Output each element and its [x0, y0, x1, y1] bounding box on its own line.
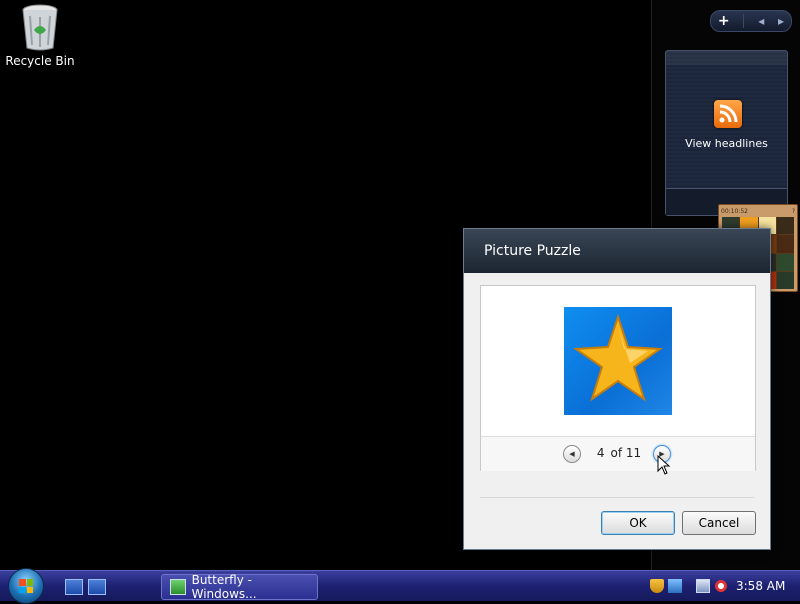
network-icon[interactable]	[696, 579, 710, 593]
volume-muted-icon[interactable]	[714, 579, 728, 593]
puzzle-toolbar: 00:10:52 ?	[721, 206, 795, 216]
dialog-body: ◀ 4 of 11 ▶ OK Cancel	[464, 273, 770, 549]
recycle-bin-label: Recycle Bin	[5, 54, 75, 68]
dialog-title: Picture Puzzle	[484, 243, 581, 259]
sidebar-controls: + ◂ ▸	[710, 10, 792, 32]
system-clock[interactable]: 3:58 AM	[736, 579, 785, 593]
puzzle-tile[interactable]	[776, 235, 794, 253]
picture-counter: 4 of 11	[589, 446, 649, 460]
security-shield-icon[interactable]	[650, 579, 664, 593]
taskbar-window-label: Butterfly - Windows...	[191, 573, 257, 601]
puzzle-tile[interactable]	[776, 271, 794, 289]
puzzle-tile[interactable]	[776, 253, 794, 271]
taskbar: Butterfly - Windows... 3:58 AM	[0, 568, 800, 604]
taskbar-window-button[interactable]: Butterfly - Windows...	[161, 573, 318, 601]
gadget-header	[666, 51, 787, 65]
show-desktop-icon[interactable]	[65, 579, 83, 595]
mouse-pointer-icon	[657, 455, 671, 475]
switch-windows-icon[interactable]	[88, 579, 106, 595]
feed-headlines-gadget[interactable]: View headlines	[665, 50, 788, 216]
current-picture-number: 4	[596, 446, 605, 460]
puzzle-timer: 00:10:52	[721, 207, 748, 215]
cancel-button[interactable]: Cancel	[682, 511, 756, 535]
next-gadgets-button[interactable]: ▸	[778, 14, 784, 28]
dialog-titlebar[interactable]: Picture Puzzle	[464, 229, 770, 273]
recycle-bin-shortcut[interactable]: Recycle Bin	[4, 2, 76, 68]
star-icon	[564, 307, 672, 415]
picture-puzzle-settings-dialog: Picture Puzzle ◀ 4 of 11 ▶ OK Cancel	[463, 228, 771, 550]
previous-picture-button[interactable]: ◀	[563, 445, 581, 463]
puzzle-tile[interactable]	[776, 217, 794, 235]
system-tray: 3:58 AM	[646, 571, 800, 601]
view-headlines-link[interactable]: View headlines	[666, 137, 787, 150]
recycle-bin-icon	[22, 4, 58, 51]
divider	[480, 497, 754, 498]
windows-update-icon[interactable]	[668, 579, 682, 593]
desktop: Recycle Bin + ◂ ▸ View headlines 00:10:5…	[0, 0, 800, 570]
add-gadget-button[interactable]: +	[718, 13, 730, 29]
ok-button[interactable]: OK	[601, 511, 675, 535]
picture-pager: ◀ 4 of 11 ▶	[481, 436, 755, 471]
rss-icon	[714, 100, 742, 128]
picture-total: of 11	[610, 446, 642, 460]
windows-logo-icon	[19, 579, 33, 593]
previous-gadgets-button[interactable]: ◂	[758, 14, 764, 28]
picture-preview-panel: ◀ 4 of 11 ▶	[480, 285, 756, 471]
start-button[interactable]	[8, 568, 44, 604]
divider	[743, 14, 745, 28]
window-app-icon	[170, 579, 186, 595]
puzzle-help-icon[interactable]: ?	[792, 208, 795, 215]
